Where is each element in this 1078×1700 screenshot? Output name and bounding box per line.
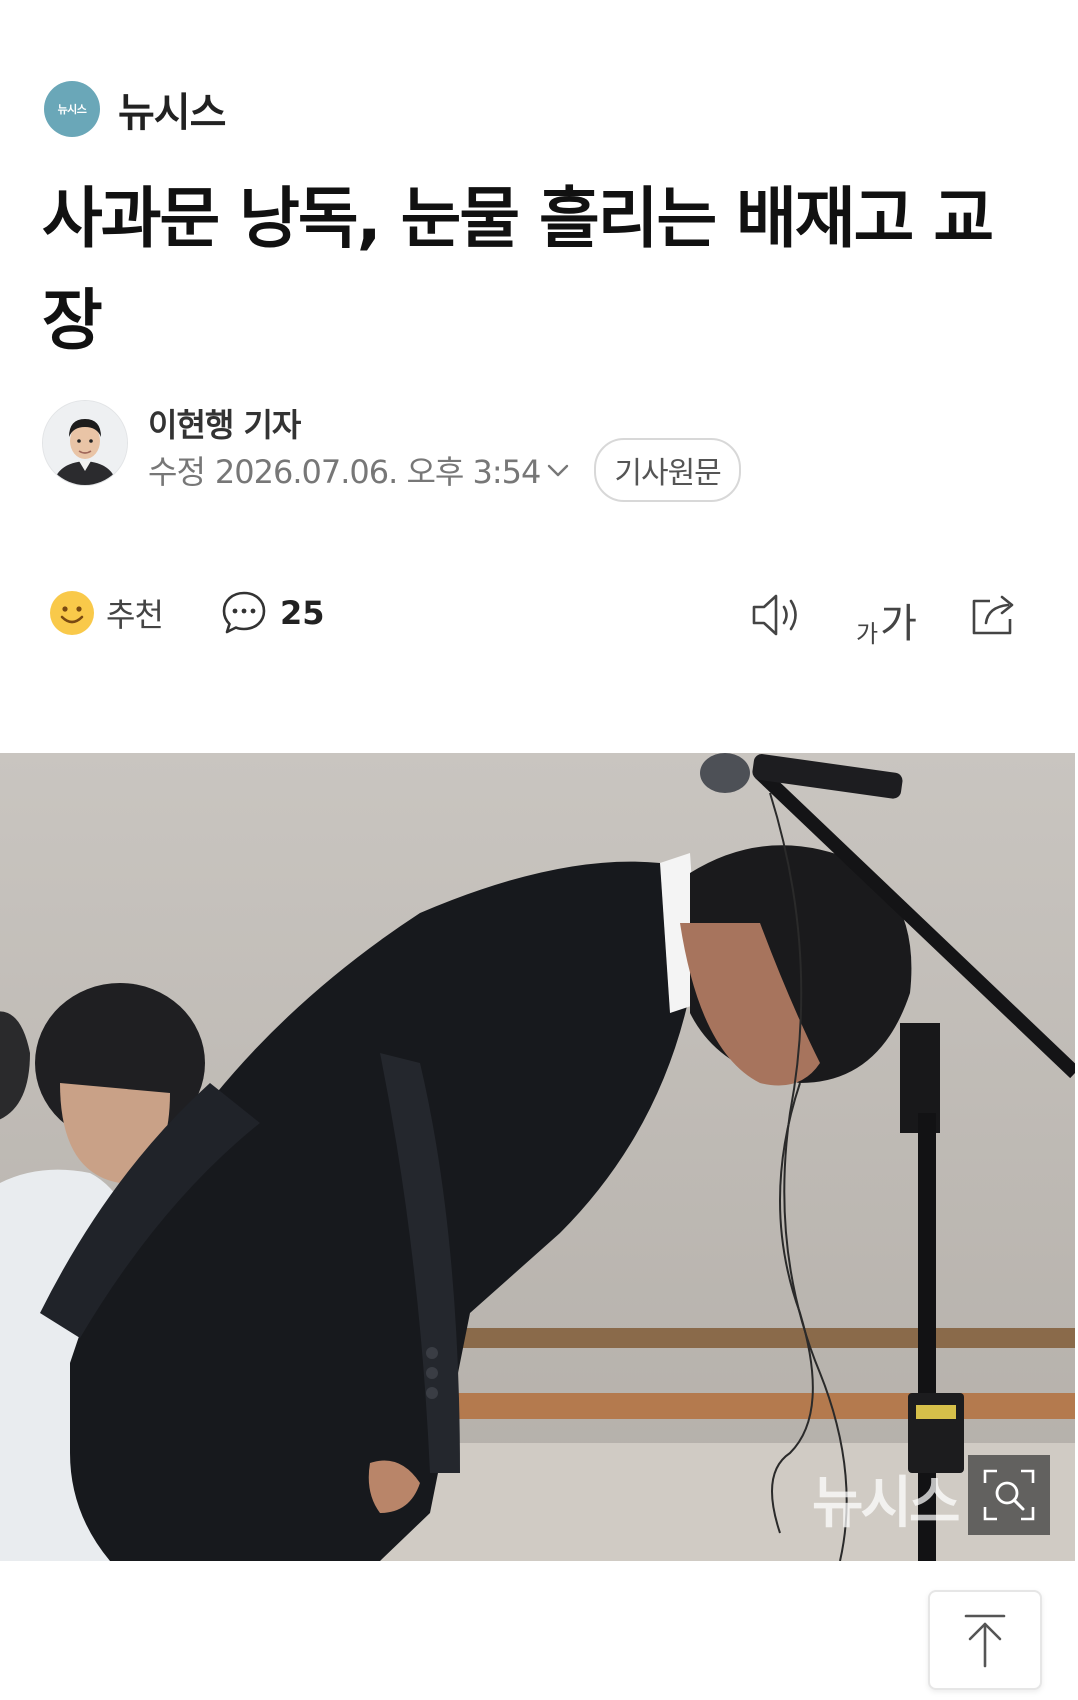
font-size-button[interactable]: 가 가 xyxy=(856,591,917,649)
comment-button[interactable]: 25 xyxy=(220,589,325,637)
article-timestamp[interactable]: 2026.07.06. 오후 3:54 xyxy=(215,447,541,493)
article-actions: 추천 25 가 가 xyxy=(48,585,1028,648)
font-size-small-label: 가 xyxy=(856,620,879,648)
smile-icon xyxy=(50,591,94,635)
article-meta: 수정 2026.07.06. 오후 3:54 기사원문 xyxy=(148,438,741,502)
share-icon[interactable] xyxy=(966,585,1022,641)
recommend-button[interactable]: 추천 xyxy=(48,589,164,637)
modified-label: 수정 xyxy=(148,453,206,491)
recommend-label: 추천 xyxy=(106,596,164,634)
font-size-large-label: 가 xyxy=(880,601,917,647)
photo-scene xyxy=(0,753,1075,1561)
press-header[interactable]: 뉴시스 뉴시스 xyxy=(44,80,226,138)
byline: 이현행 기자 수정 2026.07.06. 오후 3:54 기사원문 xyxy=(42,400,1042,502)
scroll-top-button[interactable] xyxy=(928,1590,1042,1690)
scroll-top-icon xyxy=(964,1614,1006,1668)
article-headline: 사과문 낭독, 눈물 흘리는 배재고 교장 xyxy=(42,180,994,359)
comment-count: 25 xyxy=(280,594,325,632)
article-photo[interactable] xyxy=(0,753,1075,1561)
press-name[interactable]: 뉴시스 xyxy=(118,80,226,138)
photo-watermark: 뉴시스 xyxy=(812,1471,961,1536)
press-logo[interactable]: 뉴시스 xyxy=(44,81,100,137)
chevron-down-icon[interactable] xyxy=(544,456,572,484)
original-article-button[interactable]: 기사원문 xyxy=(594,438,741,502)
zoom-icon xyxy=(983,1469,1035,1521)
comment-icon xyxy=(222,591,266,634)
photo-zoom-button[interactable] xyxy=(968,1455,1050,1535)
speaker-icon[interactable] xyxy=(748,585,808,645)
reporter-avatar[interactable] xyxy=(42,400,128,486)
